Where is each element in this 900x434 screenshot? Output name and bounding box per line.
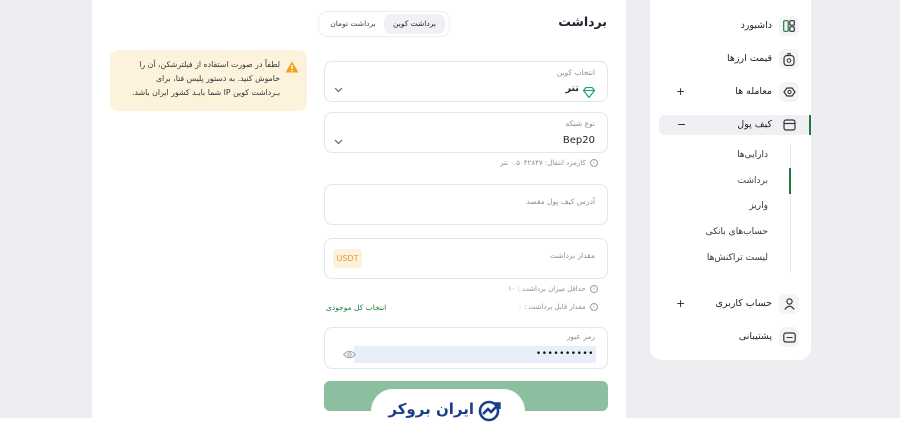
sidebar-item-account[interactable]: حساب کاربری [715,298,772,309]
amount-placeholder: مقدار برداشت [549,251,595,260]
info-icon: i [590,285,598,293]
coin-select-label: انتخاب کوین [556,68,595,77]
address-placeholder: آدرس کیف پول مقصد [526,197,595,206]
warning-text-1: لطفاً در صورت استفاده از فیلترشکن، آن را [139,60,280,69]
address-field[interactable]: آدرس کیف پول مقصد [324,184,608,225]
user-icon [779,294,799,314]
sidebar-item-support[interactable]: پشتیبانی [739,331,772,342]
sidebar-item-trades[interactable]: معامله ها [735,86,772,97]
expand-trades-icon[interactable]: + [676,85,685,98]
collapse-wallet-icon[interactable]: − [677,118,686,131]
logo-icon [478,400,502,426]
expand-account-icon[interactable]: + [676,297,685,310]
sidebar-sub-withdraw[interactable]: برداشت [738,176,768,186]
amount-unit-badge: USDT [333,249,362,268]
wallet-icon [779,115,799,135]
password-input[interactable]: •••••••••• [354,346,596,363]
submenu-active-marker [789,168,791,194]
amount-field[interactable]: مقدار برداشت USDT [324,238,608,279]
warning-text-3: بـرداشت کوین IP شما بایـد کشور ایران باش… [132,88,280,97]
network-select-label: نوع شبکه [565,119,595,128]
active-indicator [809,115,811,135]
submenu-rail [790,143,791,273]
sidebar-sub-bank-accounts[interactable]: حساب‌های بانکی [706,227,768,237]
dashboard-icon [779,16,799,36]
max-withdraw-hint: i مقدار قابل برداشت : ۰ [518,303,598,311]
coin-select-value: تتر [565,83,579,94]
select-all-balance-link[interactable]: انتخاب کل موجودی [326,303,386,312]
warning-text-2: خاموش کنید. به دستور پلیس فتا، برای [155,74,280,83]
sidebar-item-dashboard[interactable]: داشبورد [741,20,772,31]
chevron-down-icon [334,130,343,149]
sidebar-item-prices[interactable]: قیمت ارزها [727,53,772,64]
sidebar-sub-deposit[interactable]: واریز [749,201,768,211]
fee-hint: i کارمزد انتقال: ۰.۵۰۴۲۸۴۷ تتر [500,159,598,167]
sidebar-item-wallet[interactable]: کیف پول [737,119,772,130]
password-label: رمز عبور [566,332,595,341]
page-title: برداشت [558,14,607,29]
info-icon: i [590,303,598,311]
chevron-down-icon [334,78,343,97]
warning-icon [285,58,299,77]
support-icon [779,327,799,347]
logo-text: ایران بروکر [388,400,474,418]
coin-price-icon [779,49,799,69]
eye-icon[interactable] [343,344,356,363]
password-field[interactable]: رمز عبور •••••••••• [324,327,608,369]
tab-toman-withdraw[interactable]: برداشت تومان [323,14,383,34]
tab-coin-withdraw[interactable]: برداشت کوین [384,14,445,34]
network-select-value: Bep20 [562,135,595,146]
max-withdraw-text: مقدار قابل برداشت : ۰ [518,303,586,311]
sidebar-sub-transactions[interactable]: لیست تراکنش‌ها [707,253,768,263]
fee-text: کارمزد انتقال: ۰.۵۰۴۲۸۴۷ تتر [500,159,586,167]
min-withdraw-hint: i حداقل میزان برداشت : ۱۰ [508,285,598,293]
tether-gem-icon [582,83,596,102]
min-withdraw-text: حداقل میزان برداشت : ۱۰ [507,285,586,293]
sidebar-sub-assets[interactable]: دارایی‌ها [737,150,768,160]
trade-icon [779,82,799,102]
coin-select[interactable]: انتخاب کوین تتر [324,61,608,102]
info-icon: i [590,159,598,167]
network-select[interactable]: نوع شبکه Bep20 [324,112,608,153]
